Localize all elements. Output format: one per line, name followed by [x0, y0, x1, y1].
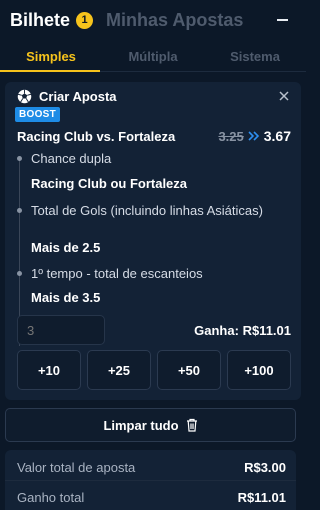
- selection-count-badge: 1: [76, 11, 94, 29]
- bet-type-tabs: Simples Múltipla Sistema: [0, 42, 306, 72]
- trash-icon: [186, 418, 197, 432]
- betslip-header: Bilhete 1 Minhas Apostas: [0, 0, 306, 40]
- match-row: Racing Club vs. Fortaleza 3.25 3.67: [17, 128, 291, 146]
- double-chevron-right-icon: [248, 131, 259, 141]
- leg-selection: Mais de 2.5: [31, 240, 101, 255]
- total-win-value: R$11.01: [237, 490, 286, 505]
- betslip-title[interactable]: Bilhete: [10, 10, 70, 31]
- leg-market: Total de Gols (incluindo linhas Asiática…: [31, 203, 263, 218]
- quick-stake-button[interactable]: +10: [17, 350, 81, 390]
- tab-sistema[interactable]: Sistema: [204, 42, 306, 71]
- criar-aposta-label: Criar Aposta: [39, 89, 117, 104]
- quick-stake-row: +10 +25 +50 +100: [17, 350, 291, 390]
- total-win-label: Ganho total: [17, 490, 85, 505]
- criar-aposta-row: Criar Aposta: [17, 89, 117, 104]
- leg-selection: Racing Club ou Fortaleza: [31, 176, 188, 191]
- minimize-icon[interactable]: [277, 19, 288, 21]
- quick-stake-button[interactable]: +100: [227, 350, 291, 390]
- timeline-dot: [17, 271, 22, 276]
- clear-all-button[interactable]: Limpar tudo: [5, 408, 296, 442]
- leg-market: 1º tempo - total de escanteios: [31, 266, 203, 281]
- total-stake-value: R$3.00: [244, 460, 286, 475]
- soccer-ball-icon: [17, 89, 32, 104]
- potential-winnings: Ganha: R$11.01: [194, 323, 291, 338]
- bet-summary: Valor total de aposta R$3.00 Ganho total…: [5, 450, 296, 510]
- boost-badge: BOOST: [15, 107, 61, 122]
- clear-all-label: Limpar tudo: [103, 417, 179, 433]
- leg-market: Chance dupla: [31, 151, 112, 166]
- boosted-odds: 3.67: [263, 128, 291, 144]
- total-win-row: Ganho total R$11.01: [17, 490, 286, 508]
- winnings-label: Ganha:: [194, 323, 239, 338]
- winnings-value: R$11.01: [242, 323, 291, 338]
- leg-selection: Mais de 3.5: [31, 290, 101, 305]
- tab-simples[interactable]: Simples: [0, 42, 102, 72]
- total-stake-label: Valor total de aposta: [17, 460, 136, 475]
- quick-stake-button[interactable]: +50: [157, 350, 221, 390]
- close-icon[interactable]: [279, 91, 289, 101]
- timeline-dot: [17, 208, 22, 213]
- total-stake-row: Valor total de aposta R$3.00: [17, 460, 286, 478]
- my-bets-title[interactable]: Minhas Apostas: [106, 10, 243, 31]
- summary-divider: [5, 480, 296, 481]
- original-odds: 3.25: [218, 128, 244, 144]
- odds-group: 3.25 3.67: [218, 128, 291, 144]
- timeline-dot: [17, 156, 22, 161]
- bet-card: Criar Aposta BOOST Racing Club vs. Forta…: [5, 82, 301, 400]
- quick-stake-button[interactable]: +25: [87, 350, 151, 390]
- stake-input[interactable]: [17, 315, 105, 345]
- tab-multipla[interactable]: Múltipla: [102, 42, 204, 71]
- match-name: Racing Club vs. Fortaleza: [17, 129, 176, 144]
